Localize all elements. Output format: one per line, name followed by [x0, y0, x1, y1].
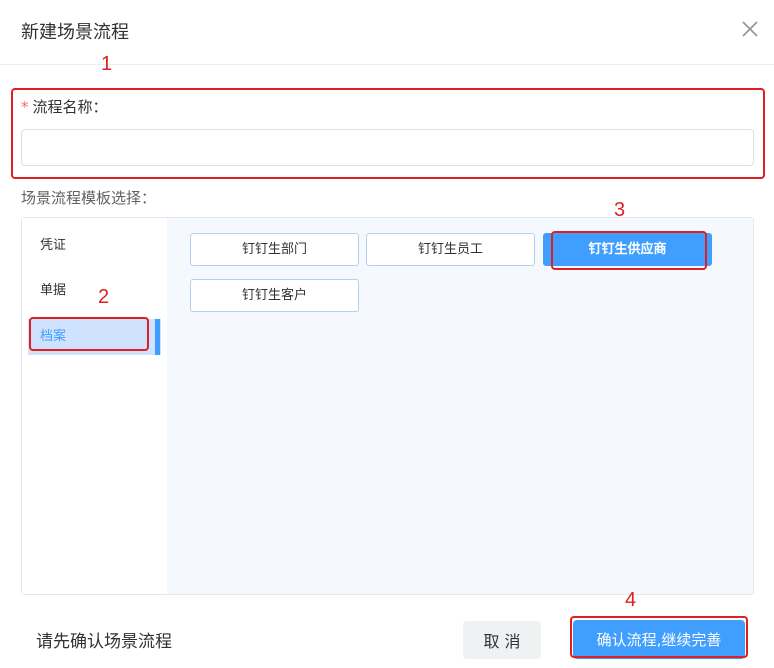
category-list: 凭证 单据 档案 [22, 218, 167, 594]
annotation-number-2: 2 [98, 286, 110, 308]
template-dingtalk-employee[interactable]: 钉钉生员工 [366, 233, 535, 266]
header-divider [0, 64, 774, 65]
category-item-archive[interactable]: 档案 [28, 319, 161, 355]
close-button[interactable] [739, 18, 761, 40]
template-panel: 凭证 单据 档案 [21, 217, 754, 595]
annotation-number-3: 3 [614, 199, 626, 221]
annotation-number-1: 1 [101, 53, 113, 75]
required-mark: * [21, 98, 29, 116]
flow-name-label-text: 流程名称： [32, 98, 108, 116]
close-icon [742, 21, 758, 37]
template-dingtalk-department[interactable]: 钉钉生部门 [190, 233, 359, 266]
template-select-label: 场景流程模板选择： [21, 189, 157, 207]
category-active-indicator [155, 319, 160, 355]
footer-hint: 请先确认场景流程 [36, 632, 172, 652]
cancel-button[interactable]: 取 消 [463, 621, 541, 659]
flow-name-input[interactable] [21, 129, 754, 166]
template-dingtalk-customer[interactable]: 钉钉生客户 [190, 279, 359, 312]
confirm-button[interactable]: 确认流程,继续完善 [573, 620, 745, 659]
template-dingtalk-supplier[interactable]: 钉钉生供应商 [543, 233, 712, 266]
flow-name-label: * 流程名称： [21, 96, 108, 117]
category-item-voucher[interactable]: 凭证 [28, 228, 161, 264]
dialog-title: 新建场景流程 [21, 22, 129, 43]
category-item-document[interactable]: 单据 [28, 273, 161, 309]
annotation-number-4: 4 [625, 589, 637, 611]
